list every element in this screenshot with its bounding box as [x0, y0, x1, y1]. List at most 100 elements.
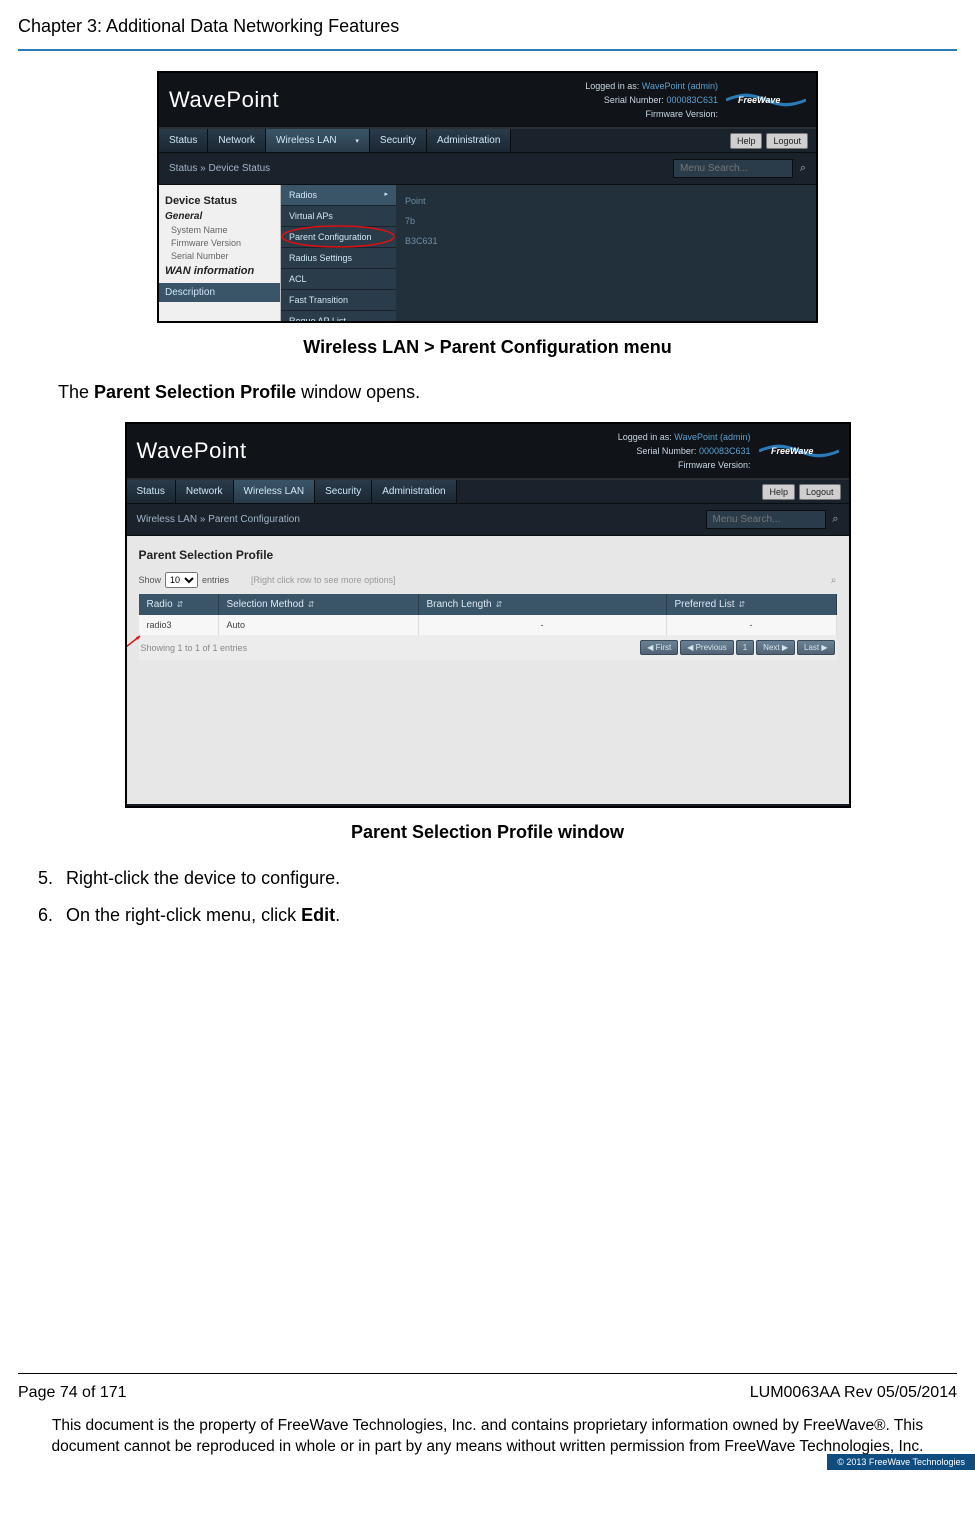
- sort-icon: ⇵: [496, 600, 503, 609]
- value-text: B3C631: [405, 231, 816, 251]
- pager-first-button[interactable]: ◀ First: [640, 640, 678, 655]
- nav-tab-wireless-lan[interactable]: Wireless LAN: [234, 480, 316, 503]
- general-label: General: [165, 211, 274, 222]
- pager-page-button[interactable]: 1: [736, 640, 754, 655]
- page-number: Page 74 of 171: [18, 1384, 127, 1402]
- freewave-logo: FreeWave: [726, 87, 806, 113]
- cell-radio: radio3: [139, 615, 219, 635]
- search-icon[interactable]: ⌕: [800, 162, 806, 175]
- col-label: Preferred List: [675, 599, 735, 610]
- device-status-panel: Device Status General System Name Firmwa…: [159, 185, 281, 323]
- app-brand: WavePoint: [169, 87, 279, 113]
- panel-title: Parent Selection Profile: [139, 548, 837, 562]
- nav-tab-network[interactable]: Network: [176, 480, 234, 503]
- freewave-logo: FreeWave: [759, 438, 839, 464]
- sort-icon: ⇵: [308, 600, 315, 609]
- text-bold: Parent Selection Profile: [94, 382, 296, 402]
- hint-text: [Right click row to see more options]: [251, 575, 396, 585]
- entries-select[interactable]: 10: [165, 572, 198, 588]
- dd-label: Radios: [289, 190, 317, 200]
- nav-tab-wireless-lan[interactable]: Wireless LAN ▾: [266, 129, 370, 152]
- dd-item-rogue-ap-list[interactable]: Rogue AP List: [281, 311, 396, 323]
- svg-text:FreeWave: FreeWave: [738, 95, 780, 105]
- panel-title: Device Status: [165, 195, 274, 207]
- col-selection-method[interactable]: Selection Method ⇵: [219, 594, 419, 615]
- col-preferred-list[interactable]: Preferred List⇵: [667, 594, 837, 615]
- col-radio[interactable]: Radio⇵: [139, 594, 219, 615]
- col-label: Radio: [147, 599, 173, 610]
- serial-label: Serial Number:: [604, 95, 664, 105]
- dd-label: Parent Configuration: [289, 232, 372, 242]
- dd-item-radius-settings[interactable]: Radius Settings: [281, 248, 396, 269]
- value-text: Point: [405, 191, 816, 211]
- breadcrumb: Wireless LAN » Parent Configuration: [137, 514, 300, 525]
- nav-tab-administration[interactable]: Administration: [427, 129, 511, 152]
- search-icon[interactable]: ⌕: [831, 575, 837, 586]
- step-text: Right-click the device to configure.: [66, 868, 340, 888]
- help-button[interactable]: Help: [730, 133, 763, 149]
- chevron-right-icon: ▸: [384, 190, 388, 198]
- nav-tab-administration[interactable]: Administration: [372, 480, 456, 503]
- pager-next-button[interactable]: Next ▶: [756, 640, 795, 655]
- dd-item-virtual-aps[interactable]: Virtual APs: [281, 206, 396, 227]
- dd-item-fast-transition[interactable]: Fast Transition: [281, 290, 396, 311]
- showing-text: Showing 1 to 1 of 1 entries: [141, 643, 248, 653]
- figure-caption-1: Wireless LAN > Parent Configuration menu: [18, 337, 957, 358]
- cell-branch: -: [419, 615, 667, 635]
- entries-label: entries: [202, 575, 229, 585]
- dd-item-radios[interactable]: Radios ▸: [281, 185, 396, 206]
- step-list: Right-click the device to configure. On …: [58, 865, 957, 929]
- serial-value: 000083C631: [666, 95, 718, 105]
- nav-tab-security[interactable]: Security: [370, 129, 427, 152]
- description-label: Description: [159, 283, 280, 302]
- left-item: Serial Number: [171, 251, 274, 261]
- menu-search-input[interactable]: [706, 510, 826, 529]
- wireless-lan-dropdown: Radios ▸ Virtual APs Parent Configuratio…: [281, 185, 396, 323]
- figure-caption-2: Parent Selection Profile window: [18, 822, 957, 843]
- chevron-down-icon: ▾: [355, 138, 359, 145]
- value-column: Point 7b B3C631: [399, 185, 816, 251]
- col-branch-length[interactable]: Branch Length ⇵: [419, 594, 667, 615]
- dd-item-acl[interactable]: ACL: [281, 269, 396, 290]
- text: The: [58, 382, 94, 402]
- nav-tab-security[interactable]: Security: [315, 480, 372, 503]
- col-label: Branch Length: [427, 599, 492, 610]
- app-header-meta: Logged in as: WavePoint (admin) Serial N…: [585, 79, 718, 121]
- help-button[interactable]: Help: [762, 484, 795, 500]
- nav-tab-status[interactable]: Status: [127, 480, 176, 503]
- screenshot-parent-selection-profile: WavePoint Logged in as: WavePoint (admin…: [125, 422, 851, 808]
- pager-prev-button[interactable]: ◀ Previous: [680, 640, 734, 655]
- header-rule: [18, 49, 957, 51]
- body-paragraph: The Parent Selection Profile window open…: [58, 380, 957, 404]
- logout-button[interactable]: Logout: [766, 133, 808, 149]
- app-header-meta: Logged in as: WavePoint (admin) Serial N…: [618, 430, 751, 472]
- left-item: System Name: [171, 225, 274, 235]
- left-item: Firmware Version: [171, 238, 274, 248]
- logout-button[interactable]: Logout: [799, 484, 841, 500]
- search-icon[interactable]: ⌕: [832, 513, 838, 526]
- wan-info-label: WAN information: [165, 265, 274, 277]
- list-item: Right-click the device to configure.: [58, 865, 957, 892]
- logged-in-value: WavePoint (admin): [642, 81, 718, 91]
- serial-label: Serial Number:: [636, 446, 696, 456]
- footer-rule: [18, 1373, 957, 1374]
- serial-value: 000083C631: [699, 446, 751, 456]
- screenshot-wireless-lan-menu: WavePoint Logged in as: WavePoint (admin…: [157, 71, 818, 323]
- nav-tab-status[interactable]: Status: [159, 129, 208, 152]
- breadcrumb: Status » Device Status: [169, 163, 270, 174]
- step-bold: Edit: [301, 905, 335, 925]
- pager-last-button[interactable]: Last ▶: [797, 640, 835, 655]
- menu-search-input[interactable]: [673, 159, 793, 178]
- nav-tab-network[interactable]: Network: [208, 129, 266, 152]
- step-text: On the right-click menu, click: [66, 905, 301, 925]
- footer-note: This document is the property of FreeWav…: [18, 1416, 957, 1458]
- value-text: 7b: [405, 211, 816, 231]
- text: window opens.: [296, 382, 420, 402]
- logged-in-label: Logged in as:: [618, 432, 672, 442]
- logged-in-label: Logged in as:: [585, 81, 639, 91]
- col-label: Selection Method: [227, 599, 304, 610]
- svg-text:FreeWave: FreeWave: [771, 446, 813, 456]
- step-text: .: [335, 905, 340, 925]
- dd-item-parent-configuration[interactable]: Parent Configuration: [281, 227, 396, 248]
- table-row[interactable]: radio3 Auto - -: [139, 615, 837, 635]
